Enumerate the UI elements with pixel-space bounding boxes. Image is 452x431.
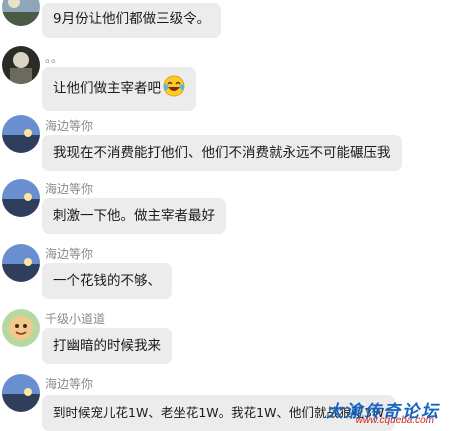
laughing-tears-emoji-icon bbox=[163, 75, 185, 102]
site-watermark: 大渝传奇论坛 www.cqueba.com bbox=[304, 397, 444, 431]
sender-name: 海边等你 bbox=[45, 119, 94, 133]
message-bubble[interactable]: 让他们做主宰者吧 bbox=[42, 67, 196, 111]
chat-window: 9月份让他们都做三级令。 。。 让他们做主宰者吧 海边等你 我现在不消费能打他们… bbox=[0, 0, 452, 431]
message-text: 让他们做主宰者吧 bbox=[53, 80, 161, 97]
sender-name: 海边等你 bbox=[45, 247, 94, 261]
sender-name: 千级小道道 bbox=[45, 312, 106, 326]
watermark-url: www.cqueba.com bbox=[355, 415, 434, 426]
sunset-sea-avatar-icon[interactable] bbox=[2, 374, 40, 412]
landscape-avatar-icon[interactable] bbox=[2, 0, 40, 26]
message-bubble[interactable]: 打幽暗的时候我来 bbox=[42, 328, 172, 364]
cartoon-avatar-icon[interactable] bbox=[2, 309, 40, 347]
message-bubble[interactable]: 刺激一下他。做主宰者最好 bbox=[42, 198, 226, 234]
sunset-sea-avatar-icon[interactable] bbox=[2, 179, 40, 217]
dark-photo-avatar-icon[interactable] bbox=[2, 46, 40, 84]
sender-name: 海边等你 bbox=[45, 182, 94, 196]
sender-name: 。。 bbox=[45, 51, 64, 65]
message-bubble[interactable]: 我现在不消费能打他们、他们不消费就永远不可能碾压我 bbox=[42, 135, 402, 171]
sender-name: 海边等你 bbox=[45, 377, 94, 391]
message-bubble[interactable]: 9月份让他们都做三级令。 bbox=[42, 3, 222, 38]
message-bubble[interactable]: 一个花钱的不够、 bbox=[42, 263, 172, 299]
sunset-sea-avatar-icon[interactable] bbox=[2, 244, 40, 282]
sunset-sea-avatar-icon[interactable] bbox=[2, 115, 40, 153]
